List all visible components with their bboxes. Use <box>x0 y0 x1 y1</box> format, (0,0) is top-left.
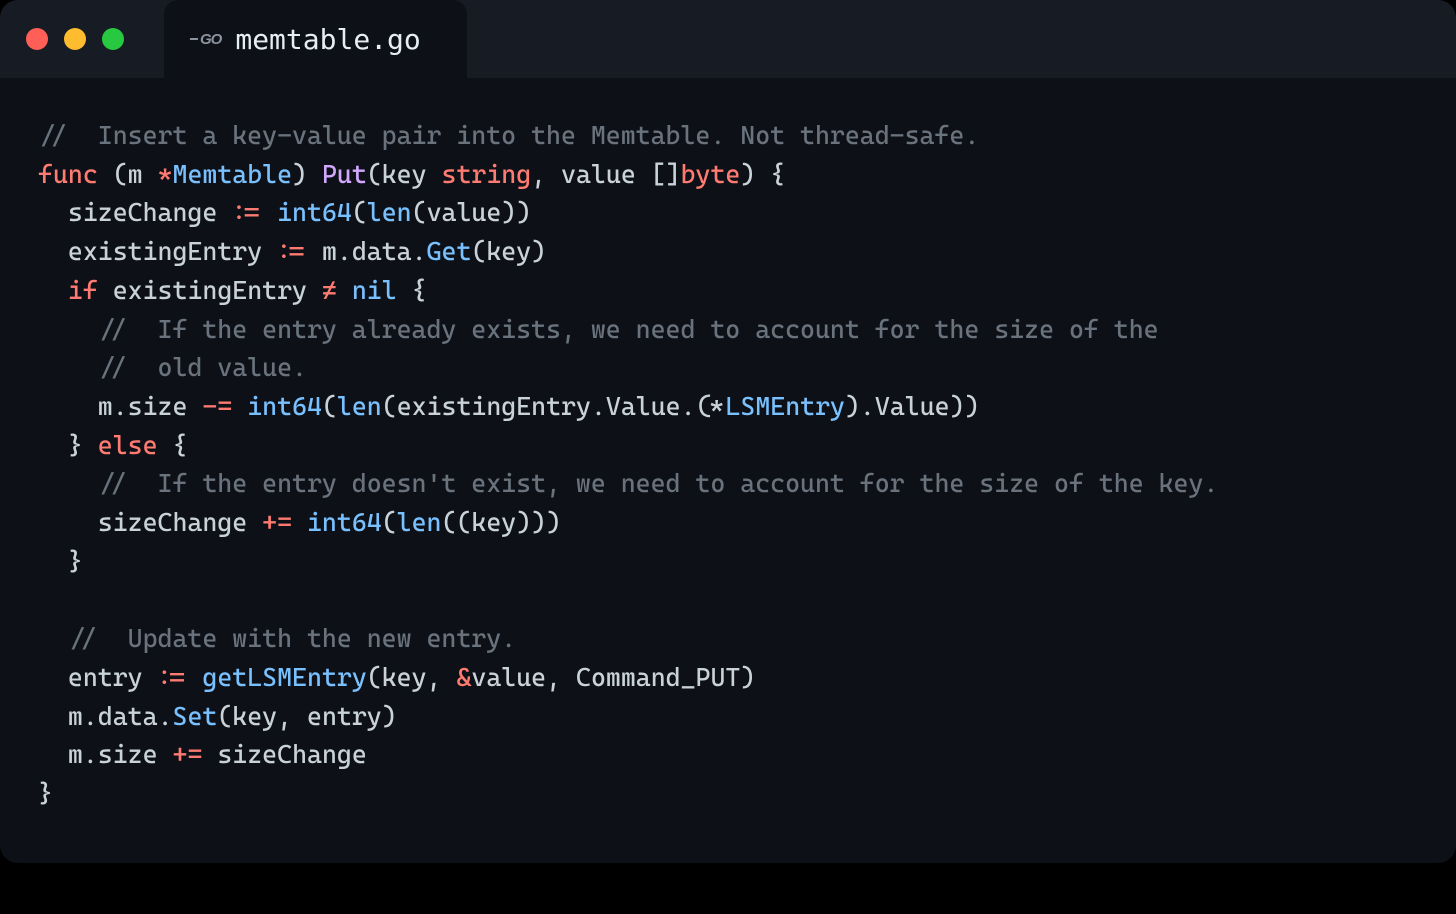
close-window-button[interactable] <box>26 28 48 50</box>
code-comment: // If the entry already exists, we need … <box>38 314 1159 344</box>
go-icon: GO <box>190 31 221 48</box>
code-func-name: Put <box>322 159 367 189</box>
code-editor[interactable]: // Insert a key-value pair into the Memt… <box>0 78 1456 863</box>
code-comment: // Insert a key-value pair into the Memt… <box>38 120 979 150</box>
code-comment: // old value. <box>38 352 307 382</box>
code-comment: // If the entry doesn't exist, we need t… <box>38 468 1218 498</box>
code-comment: // Update with the new entry. <box>38 623 516 653</box>
zoom-window-button[interactable] <box>102 28 124 50</box>
editor-window: GO memtable.go // Insert a key-value pai… <box>0 0 1456 863</box>
tab-filename: memtable.go <box>235 23 420 56</box>
tab-active[interactable]: GO memtable.go <box>164 0 467 78</box>
traffic-lights <box>26 28 124 50</box>
minimize-window-button[interactable] <box>64 28 86 50</box>
titlebar: GO memtable.go <box>0 0 1456 78</box>
code-keyword: func <box>38 159 98 189</box>
